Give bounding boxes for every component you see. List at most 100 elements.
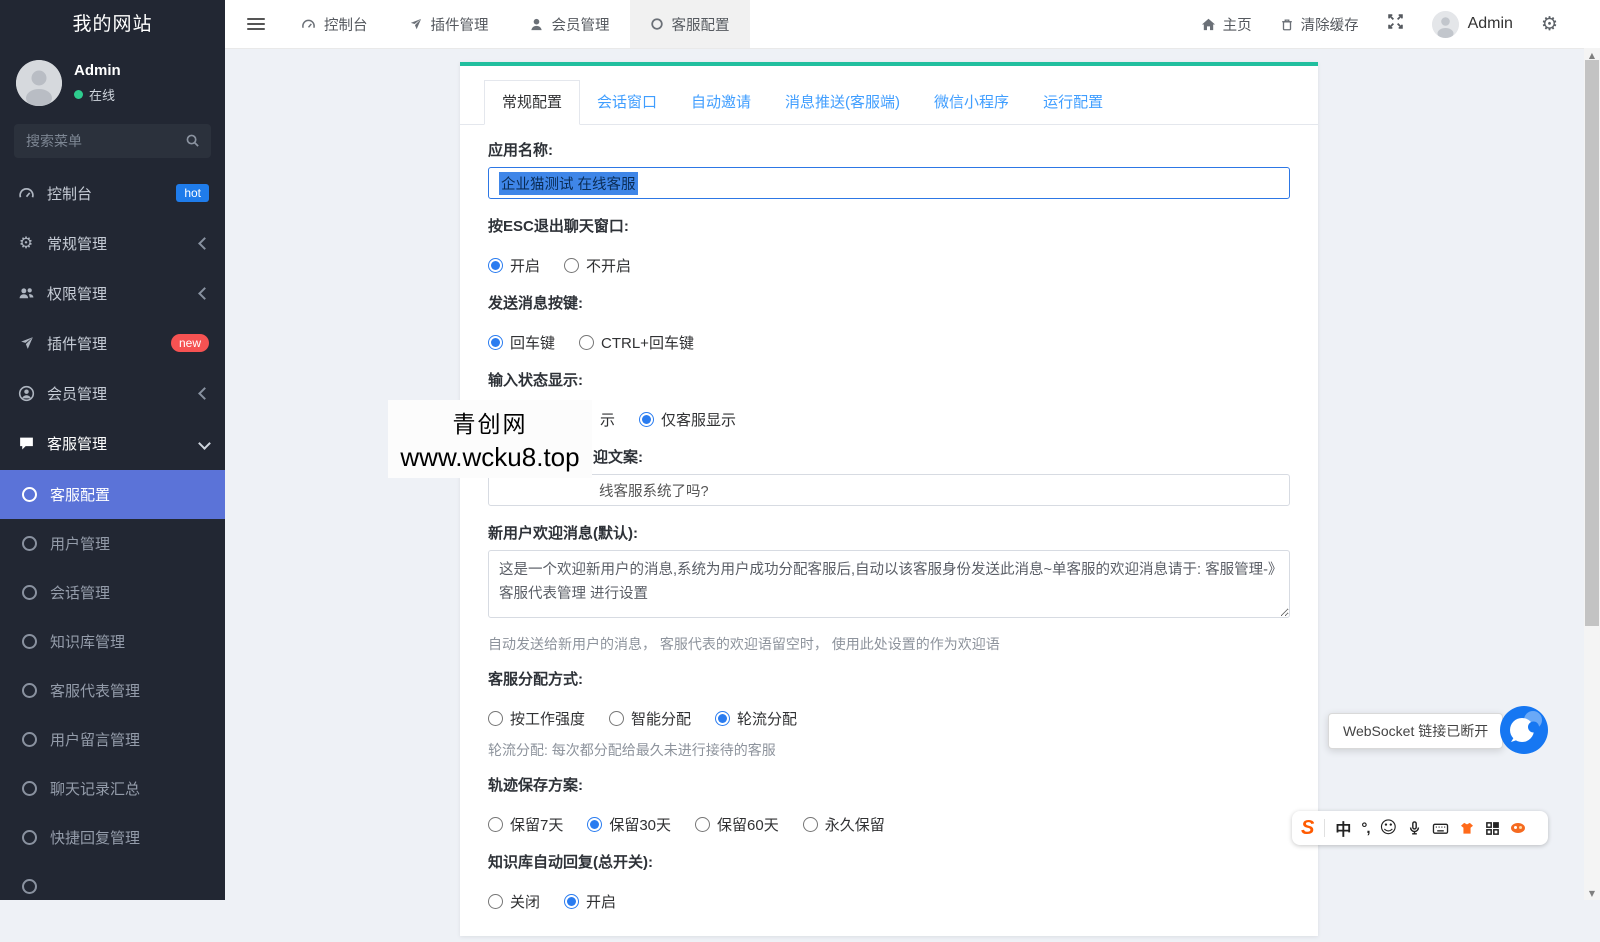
sidebar-subitem-user-mgmt[interactable]: 用户管理 [0, 519, 225, 568]
field-label-typing-status: 输入状态显示: [488, 373, 1290, 389]
radio-input[interactable] [488, 258, 503, 273]
radio-option[interactable]: 保留7天 [488, 814, 563, 835]
new-user-welcome-textarea[interactable]: 这是一个欢迎新用户的消息,系统为用户成功分配客服后,自动以该客服身份发送此消息~… [488, 550, 1290, 618]
sidebar-nav: 控制台 hot ⚙ 常规管理 权限管理 插件管理 new 会员管理 [0, 168, 225, 911]
tab-runtime-config[interactable]: 运行配置 [1026, 81, 1120, 124]
ime-toolbar: S 中 °, ☺ [1292, 811, 1548, 845]
settings-gear-icon[interactable]: ⚙ [1541, 13, 1558, 35]
welcome-copy-value: 线客服系统了吗? [499, 480, 709, 501]
scroll-down-icon[interactable]: ▼ [1584, 886, 1600, 900]
radio-option[interactable]: 永久保留 [803, 814, 885, 835]
topbar-tab-members[interactable]: 会员管理 [509, 0, 630, 48]
subitem-label: 快捷回复管理 [50, 827, 140, 848]
topbar-user[interactable]: Admin [1432, 11, 1513, 38]
circle-icon [22, 879, 37, 894]
radio-option[interactable]: 开启 [488, 255, 540, 276]
radio-input[interactable] [564, 258, 579, 273]
app-name-input[interactable]: 企业猫测试 在线客服 [488, 167, 1290, 199]
radio-option[interactable]: 开启 [564, 891, 616, 912]
sidebar-item-general[interactable]: ⚙ 常规管理 [0, 218, 225, 268]
radio-input[interactable] [488, 335, 503, 350]
sidebar-item-dashboard[interactable]: 控制台 hot [0, 168, 225, 218]
field-label-welcome-copy: 迎文案: [488, 450, 1290, 466]
radio-input[interactable] [715, 711, 730, 726]
clear-cache-link[interactable]: 清除缓存 [1280, 14, 1359, 35]
chat-fab-icon[interactable] [1499, 705, 1549, 755]
sogou-misc-icon[interactable] [1510, 821, 1526, 835]
fullscreen-icon[interactable] [1387, 13, 1404, 35]
radio-option[interactable]: 轮流分配 [715, 708, 797, 729]
keyboard-icon[interactable] [1432, 821, 1449, 836]
divider [1324, 819, 1325, 837]
radio-input[interactable] [579, 335, 594, 350]
watermark-overlay: 青创网 www.wcku8.top [388, 400, 592, 478]
chevron-left-icon [198, 287, 211, 300]
person-icon [529, 17, 544, 32]
radio-input[interactable] [639, 412, 654, 427]
radio-input[interactable] [609, 711, 624, 726]
sogou-logo-icon[interactable]: S [1301, 818, 1314, 838]
home-link[interactable]: 主页 [1201, 14, 1252, 35]
sidebar-subitem-session-mgmt[interactable]: 会话管理 [0, 568, 225, 617]
sidebar-subitem-quickreply[interactable]: 快捷回复管理 [0, 813, 225, 862]
radio-option[interactable]: 仅客服显示 [639, 409, 736, 430]
radio-option[interactable]: 不开启 [564, 255, 631, 276]
sidebar-subitem-knowledge[interactable]: 知识库管理 [0, 617, 225, 666]
radio-input[interactable] [488, 711, 503, 726]
tab-general-config[interactable]: 常规配置 [484, 80, 580, 125]
radio-option[interactable]: 关闭 [488, 891, 540, 912]
skin-shirt-icon[interactable] [1459, 821, 1475, 836]
tab-message-push[interactable]: 消息推送(客服端) [768, 81, 917, 124]
typing-status-radios: 示 仅客服显示 [488, 409, 1290, 430]
sidebar-subitem-chatlog[interactable]: 聊天记录汇总 [0, 764, 225, 813]
tab-session-window[interactable]: 会话窗口 [580, 81, 674, 124]
chinese-mode-icon[interactable]: 中 [1335, 816, 1351, 840]
emoji-icon[interactable]: ☺ [1380, 818, 1398, 838]
chevron-down-icon [198, 437, 211, 450]
radio-input[interactable] [587, 817, 602, 832]
radio-input[interactable] [564, 894, 579, 909]
sidebar-subitem-service-config[interactable]: 客服配置 [0, 470, 225, 519]
sidebar-item-label: 客服管理 [47, 433, 107, 454]
welcome-copy-input[interactable]: 线客服系统了吗? [488, 474, 1290, 506]
sidebar-subitem-agents[interactable]: 客服代表管理 [0, 666, 225, 715]
topbar-tab-plugins[interactable]: 插件管理 [388, 0, 509, 48]
microphone-icon[interactable] [1407, 820, 1422, 836]
kb-auto-reply-radios: 关闭 开启 [488, 891, 1290, 912]
sidebar-subitem-messages[interactable]: 用户留言管理 [0, 715, 225, 764]
radio-option[interactable]: 智能分配 [609, 708, 691, 729]
sidebar-subitem-partial[interactable] [0, 862, 225, 911]
radio-input[interactable] [488, 817, 503, 832]
radio-option[interactable]: 按工作强度 [488, 708, 585, 729]
radio-input[interactable] [695, 817, 710, 832]
send-key-radios: 回车键 CTRL+回车键 [488, 332, 1290, 353]
page-scrollbar[interactable]: ▲ ▼ [1584, 48, 1600, 900]
sidebar-item-members[interactable]: 会员管理 [0, 368, 225, 418]
sidebar-item-permissions[interactable]: 权限管理 [0, 268, 225, 318]
search-input[interactable] [14, 124, 211, 158]
scrollbar-thumb[interactable] [1585, 60, 1599, 626]
tab-auto-invite[interactable]: 自动邀请 [674, 81, 768, 124]
toolbox-grid-icon[interactable] [1485, 821, 1500, 836]
clear-cache-label: 清除缓存 [1301, 14, 1359, 35]
topbar-tab-dashboard[interactable]: 控制台 [281, 0, 388, 48]
sidebar-item-plugins[interactable]: 插件管理 new [0, 318, 225, 368]
topbar-tab-service-config[interactable]: 客服配置 [630, 0, 750, 48]
radio-input[interactable] [488, 894, 503, 909]
assign-mode-help: 轮流分配: 每次都分配给最久未进行接待的客服 [488, 742, 1290, 758]
covered-option-fragment: 示 [600, 409, 615, 430]
sidebar-item-service[interactable]: 客服管理 [0, 418, 225, 468]
radio-option[interactable]: CTRL+回车键 [579, 332, 694, 353]
radio-option[interactable]: 回车键 [488, 332, 555, 353]
watermark-line1: 青创网 [453, 405, 528, 439]
tab-wechat-mini[interactable]: 微信小程序 [917, 81, 1026, 124]
radio-option[interactable]: 保留30天 [587, 814, 671, 835]
punctuation-icon[interactable]: °, [1361, 820, 1369, 837]
radio-option[interactable]: 保留60天 [695, 814, 779, 835]
track-keep-radios: 保留7天 保留30天 保留60天 永久保留 [488, 814, 1290, 835]
search-icon [185, 133, 200, 153]
radio-input[interactable] [803, 817, 818, 832]
online-dot-icon [74, 90, 83, 99]
chat-bubble-icon [16, 435, 36, 452]
menu-toggle-icon[interactable] [247, 15, 265, 33]
